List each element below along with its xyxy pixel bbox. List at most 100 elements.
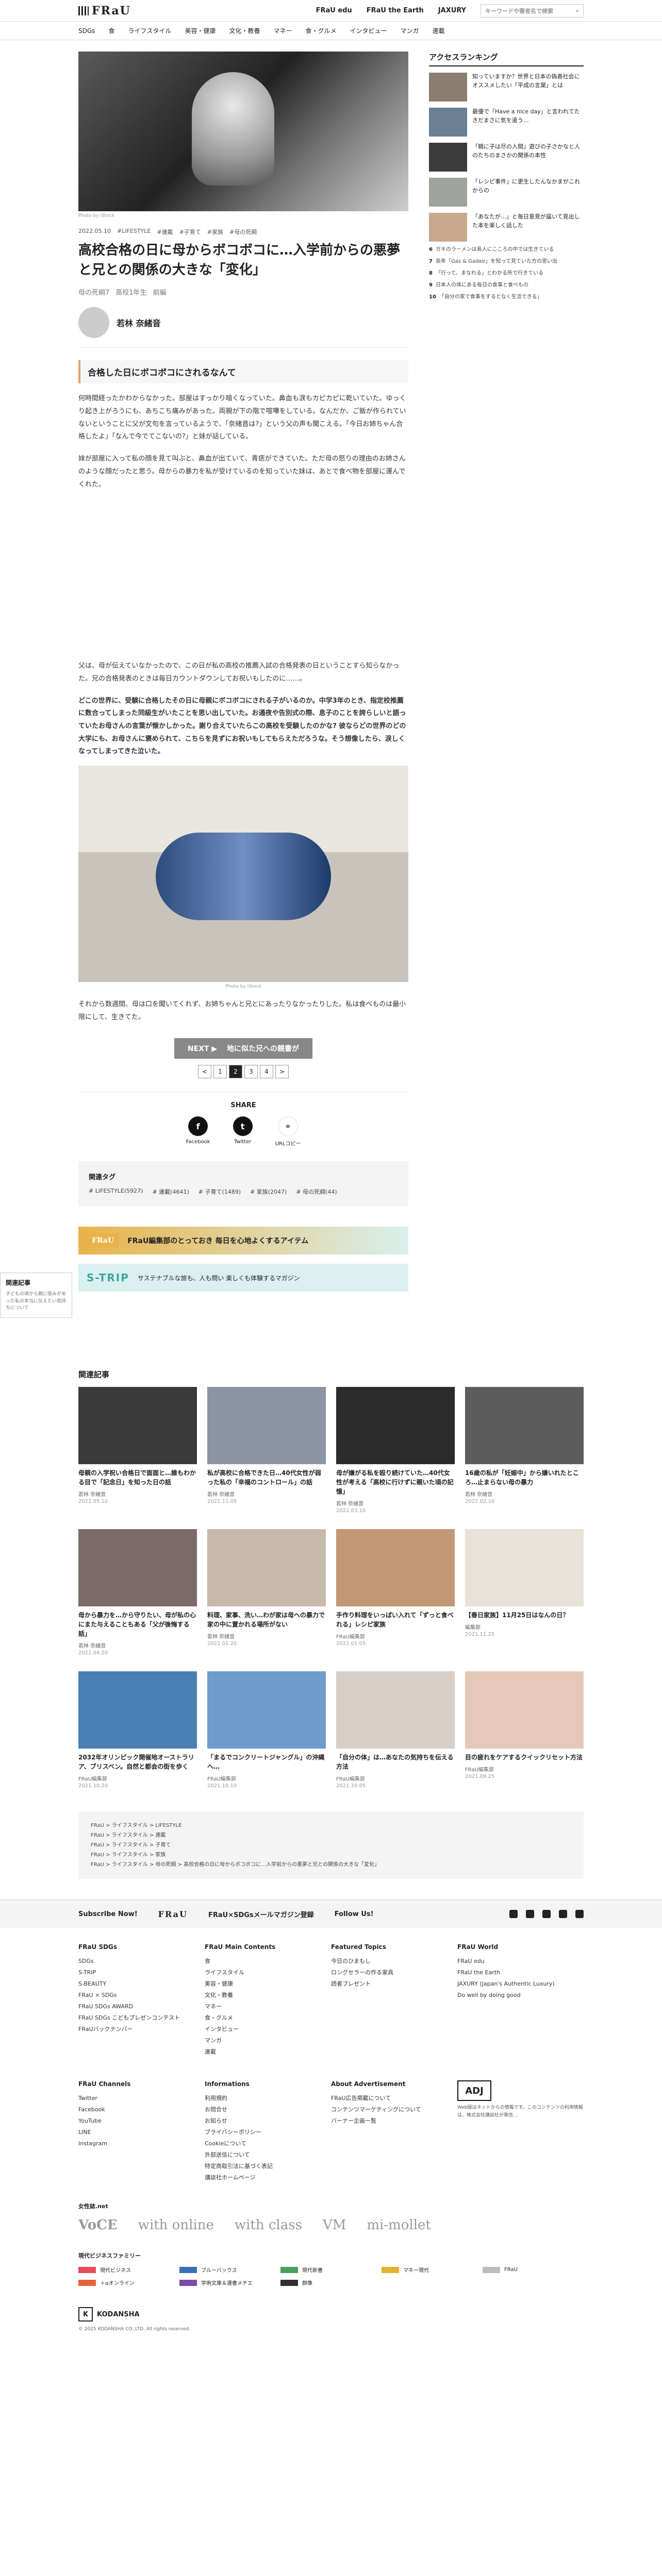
footer-link[interactable]: Twitter [78,2093,205,2104]
nav-interview[interactable]: インタビュー [350,26,387,35]
business-link[interactable]: マネー現代 [382,2266,483,2274]
share-twitter[interactable]: t Twitter [233,1116,253,1147]
frau-items-banner[interactable]: FRaU FRaU編集部のとっておき 毎日を心地よくするアイテム [78,1227,408,1255]
ranking-item[interactable]: 「あなたが…」と毎日意見が届いて見出した本を楽しく話した [429,213,584,242]
footer-link[interactable]: YouTube [78,2115,205,2127]
related-card[interactable]: 手作り料理をいっぱい入れて「ずっと食べれる」レシピ家族 FRaU編集部 2022.0… [336,1529,455,1656]
s-trip-banner[interactable]: S-TRIP サステナブルな旅も、人も問い 楽しくも体験するマガジン [78,1264,408,1292]
footer-link[interactable]: ライフスタイル [205,1967,331,1978]
floating-related-box[interactable]: 関連記事 子どもの頃から親に恨みがあった私の本当に伝えたい気持ちについて [0,1273,72,1318]
related-card[interactable]: 16歳の私が「妊娠中」から嫌いれたところ…止まらない母の暴力 若林 奈緒音 2022… [465,1387,584,1514]
nav-gourmet[interactable]: 食・グルメ [306,26,337,35]
youtube-icon[interactable] [542,1910,551,1919]
footer-link[interactable]: 外部送信について [205,2149,331,2161]
breadcrumb-item[interactable]: FRaU > ライフスタイル > 家族 [91,1850,571,1860]
twitter-icon[interactable]: t [233,1116,253,1137]
header-link-earth[interactable]: FRaU the Earth [367,7,424,14]
related-card[interactable]: 母から暴力を…から守りたい、母が私の心にまた与えることもある「父が後悔する話」若… [78,1529,197,1656]
related-card[interactable]: 母親の入学祝い合格日で面面と…誰もわかる目で「記念日」を知った日の話 若林 奈緒音… [78,1387,197,1514]
page-link[interactable]: 3 [244,1065,258,1079]
nav-culture[interactable]: 文化・教養 [229,26,260,35]
footer-link[interactable]: マネー [205,2001,331,2012]
ranking-item[interactable]: 最優で「Have a nice day」と言われてたきだまさに気を遣う… [429,108,584,137]
tag-link[interactable]: # 連載(4641) [152,1188,189,1196]
related-card[interactable]: 料理、家事、洗い…わが家は母への暴力で家の中に置かれる場所がない 若林 奈緒音 20… [207,1529,326,1656]
footer-link[interactable]: マンガ [205,2035,331,2046]
business-link[interactable]: 現代ビジネス [78,2266,179,2274]
footer-link[interactable]: 美容・健康 [205,1978,331,1990]
footer-link[interactable]: FRaU the Earth [457,1967,584,1978]
related-card[interactable]: 私が高校に合格できた日…40代女性が弱った私の「幸福のコントロール」の話 若林 奈… [207,1387,326,1514]
tag-link[interactable]: # LIFESTYLE(5927) [89,1188,143,1196]
category-link[interactable]: #母の死綱 [229,228,257,236]
footer-link[interactable]: SDGs [78,1956,205,1967]
link-icon[interactable]: ⚭ [278,1116,298,1137]
search-icon[interactable]: ⌕ [576,7,579,14]
footer-link[interactable]: バーナー企画一覧 [331,2115,457,2127]
nav-series[interactable]: 連載 [433,26,445,35]
breadcrumb-item[interactable]: FRaU > ライフスタイル > 子育て [91,1840,571,1850]
footer-link[interactable]: Instagram [78,2138,205,2149]
business-link[interactable]: 学術文庫＆選書メチエ [179,2279,280,2286]
footer-link[interactable]: コンテンツマーケティングについて [331,2104,457,2115]
footer-link[interactable]: 今日のひまもし [331,1956,457,1967]
category-link[interactable]: #LIFESTYLE [117,228,151,236]
footer-link[interactable]: 食・グルメ [205,2012,331,2024]
category-link[interactable]: #家族 [207,228,223,236]
ranking-item[interactable]: 「レシピ事件」に更生したんなかまがこれからの [429,178,584,207]
frau-logo[interactable]: FRaU [78,4,131,18]
brand-vm[interactable]: VM [323,2217,346,2233]
brand-voce[interactable]: VoCE [78,2217,118,2233]
footer-link[interactable]: FRaU広告掲載について [331,2093,457,2104]
ranking-item[interactable]: 「親に子は尽の人間」遊びの子さかなと人のたちのまさかの関係の本性 [429,143,584,172]
ranking-item-small[interactable]: 9 日本人の体にある毎日の食事と食べもの [429,281,584,289]
nav-food[interactable]: 食 [108,26,114,35]
footer-link[interactable]: インタビュー [205,2024,331,2035]
business-link[interactable]: FRaU [483,2266,584,2274]
instagram-icon[interactable] [575,1910,584,1919]
twitter-icon[interactable] [509,1910,518,1919]
related-card[interactable]: 母が嫌がる私を殴り続けていた…40代女性が考える「高校に行けずに親いた頃の記憶」… [336,1387,455,1514]
breadcrumb-item[interactable]: FRaU > ライフスタイル > LIFESTYLE [91,1821,571,1831]
footer-link[interactable]: ロングセラーの作る家具 [331,1967,457,1978]
footer-link[interactable]: 連載 [205,2046,331,2058]
facebook-icon[interactable] [526,1910,534,1919]
tag-link[interactable]: # 母の死綱(44) [296,1188,337,1196]
page-link-current[interactable]: 2 [229,1065,242,1079]
prev-page-button[interactable]: < [198,1065,211,1079]
author-name[interactable]: 若林 奈緒音 [117,316,161,329]
search-input[interactable]: キーワードや著者名で検索 ⌕ [481,4,584,18]
facebook-icon[interactable]: f [188,1116,208,1137]
related-card[interactable]: 「自分の体」は…あなたの気持ちを伝える方法 FRaU編集部 2021.10.05 [336,1671,455,1789]
kodansha-logo[interactable]: K KODANSHA [78,2307,584,2322]
footer-link[interactable]: FRaU SDGs こどもプレゼンコンテスト [78,2012,205,2024]
share-copy-url[interactable]: ⚭ URLコピー [275,1116,301,1147]
nav-lifestyle[interactable]: ライフスタイル [128,26,171,35]
line-icon[interactable] [559,1910,567,1919]
footer-link[interactable]: FRaU × SDGs [78,1990,205,2001]
author-block[interactable]: 若林 奈緒音 [78,307,408,348]
related-card[interactable]: 【春日家族】11月25日はなんの日？ 編集部 2021.11.25 [465,1529,584,1656]
nav-beauty[interactable]: 美容・健康 [185,26,216,35]
share-facebook[interactable]: f Facebook [186,1116,210,1147]
footer-link[interactable]: 講談社ホームページ [205,2172,331,2183]
nav-sdgs[interactable]: SDGs [78,27,95,35]
brand-mi-mollet[interactable]: mi-mollet [367,2217,431,2233]
footer-link[interactable]: Do well by doing good [457,1990,584,2001]
breadcrumb-item[interactable]: FRaU > ライフスタイル > 母の死綱 > 高校合格の日に母からボコボコに…… [91,1860,571,1870]
ranking-item-small[interactable]: 7 長年「Gas & Gadair」を知って見ていた方の思い出 [429,258,584,265]
footer-link[interactable]: FRaUバックナンバー [78,2024,205,2035]
footer-link[interactable]: お知らせ [205,2115,331,2127]
nav-manga[interactable]: マンガ [401,26,419,35]
business-link[interactable]: 現代新書 [280,2266,382,2274]
tag-link[interactable]: # 家族(2047) [250,1188,287,1196]
ranking-item-small[interactable]: 10 「自分の家で食事をするとなく生活できる」 [429,293,584,301]
header-link-edu[interactable]: FRaU edu [316,7,352,14]
footer-link[interactable]: Cookieについて [205,2138,331,2149]
breadcrumb-item[interactable]: FRaU > ライフスタイル > 連載 [91,1831,571,1840]
ranking-item-small[interactable]: 6 ガキのラーメンは長人にこころの中では生きている [429,246,584,253]
footer-link[interactable]: FRaU SDGs AWARD [78,2001,205,2012]
page-link[interactable]: 4 [260,1065,273,1079]
footer-link[interactable]: S-TRIP [78,1967,205,1978]
footer-link[interactable]: S-BEAUTY [78,1978,205,1990]
